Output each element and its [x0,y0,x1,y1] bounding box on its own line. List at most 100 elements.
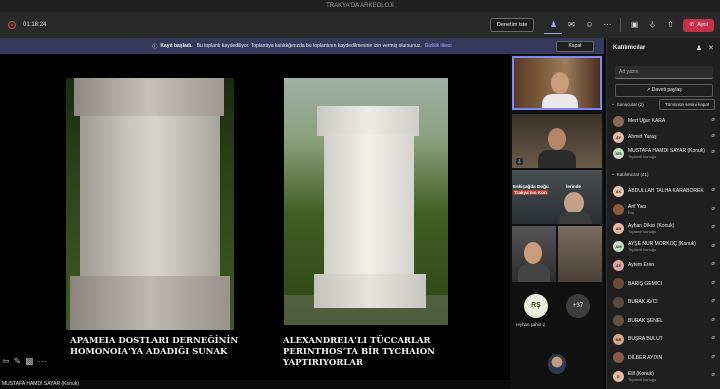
participant-row[interactable]: AY Ahmet Yaraş ⌀ [613,130,717,144]
avatar-name-label: reyhan şahin [516,322,542,327]
participant-avatar: AM [613,241,624,252]
presenter-label: MUSTAFA HAMDİ SAYAR (Konuk) [2,381,79,387]
participant-name: DİLBER AYDIN [628,354,663,361]
attendees-section[interactable]: ⌄ Katılımcılar (41) [611,171,649,177]
participant-info: MUSTAFA HAMDİ SAYAR (Konuk) Toplantı konu… [628,148,708,159]
presenters-label: Sunucular (2) [616,101,644,107]
chat-icon[interactable]: ✉ [562,16,580,34]
participant-row[interactable]: MS MUSTAFA HAMDİ SAYAR (Konuk) Toplantı ko… [613,146,717,160]
banner-text: Bu toplantı kaydediliyor. Toplantıya kat… [196,43,422,49]
mic-off-icon: ⌀ [711,372,715,378]
participant-row[interactable]: AM AYŞE NUR MORKOÇ (Konuk) Toplantı konuğu… [613,240,717,254]
participants-panel: Katılımcılar ♟ ✕ Ad yazın ↗ Daveti payla… [606,38,720,389]
search-input[interactable]: Ad yazın [615,66,713,79]
altar-body-stone [80,116,220,276]
self-video-preview[interactable] [548,354,566,374]
more-icon[interactable]: ⋯ [38,356,47,367]
request-control-button[interactable]: Denetim iste [489,18,535,32]
presenters-section[interactable]: ⌄ Sunucular (2) [611,101,644,107]
panel-title: Katılımcılar [613,45,646,51]
toolbar-divider [620,18,622,32]
mic-icon[interactable]: ⎀ [643,16,661,34]
banner-close-button[interactable]: Kapat [556,41,594,52]
mute-all-button[interactable]: Tümünün sesini kapat [659,99,715,110]
meeting-toolbar: 01:18:24 Denetim iste ♟ ✉ ☺ ⋯ ▣ ⎀ ⇧ ✆ Ay… [0,12,720,38]
mic-off-icon: ⌀ [711,187,715,193]
avatar[interactable]: RŞ [524,294,548,318]
participant-row[interactable]: DİLBER AYDIN ⌀ [613,351,717,365]
participant-name: BURAK ŞENEL [628,317,664,324]
participant-role: Toplantı konuğu [628,247,657,252]
add-people-icon[interactable]: ♟ [696,44,702,52]
participant-info: BURAK AVCI [628,299,708,305]
participant-avatar [613,352,624,363]
tile-slide-line1b: lerinde [566,184,582,189]
video-tile[interactable]: Eskiçağda Doğu lerinde Trakya'nın Kon [512,170,602,224]
share-screen-icon[interactable]: ⇧ [661,16,679,34]
participant-avatar [613,315,624,326]
video-tile-speaker[interactable] [512,56,602,110]
participant-row[interactable]: AE Aytem Eren ⌀ [613,258,717,272]
slides-icon[interactable]: ▩ [25,356,34,367]
mic-off-icon: ⌀ [711,335,715,341]
participant-row[interactable]: AD Ayhan Dikici (Konuk) Toplantı konuğu ⌀ [613,221,717,235]
person-body [518,264,550,282]
participant-row[interactable]: BB BÜŞRA BULUT ⌀ [613,332,717,346]
participant-role: Dış [628,210,634,215]
participant-info: Ayhan Dikici (Konuk) Toplantı konuğu [628,223,708,234]
prev-slide-icon[interactable]: ⇦ [2,356,10,367]
participant-row[interactable]: Mert Uğur KARA ⌀ [613,114,717,128]
participant-info: Aytem Eren [628,262,708,268]
share-icon: ↗ [646,87,651,93]
teams-meeting-window: TRAKYA'DA ARKEOLOJİ 01:18:24 Denetim ist… [0,0,720,389]
share-invite-button[interactable]: ↗ Daveti paylaş [615,84,713,97]
participant-avatar: AE [613,259,624,271]
caption-right: ALEXANDREIA‘LI TÜCCARLAR PERINTHOS‘TA Bİ… [283,336,435,368]
chevron-down-icon: ⌄ [611,101,615,106]
share-invite-label: Daveti paylaş [651,87,682,93]
panel-actions: ♟ ✕ [696,44,714,52]
video-tile[interactable] [558,226,602,282]
privacy-link[interactable]: Gizlilik ilkesi [425,43,452,49]
altar-photo-left [66,78,234,330]
participant-name: BÜŞRA BULUT [628,336,663,342]
participant-info: DİLBER AYDIN [628,355,708,361]
mic-off-icon: ⌀ [711,224,715,230]
more-participants-badge[interactable]: +37 [566,294,590,318]
participant-row[interactable]: AK ABDULLAH TALHA KARABÖREK ⌀ [613,184,717,198]
chevron-down-icon: ⌄ [611,171,615,176]
reactions-icon[interactable]: ☺ [580,16,598,34]
video-tile[interactable]: ⎀ [512,114,602,168]
altar-top-stone [317,106,419,136]
participant-name: ABDULLAH TALHA KARABÖREK [628,188,704,194]
person-head [564,192,584,214]
mic-off-icon: ⌀ [711,205,715,212]
participant-name: MUSTAFA HAMDİ SAYAR (Konuk) [628,147,705,154]
leave-button[interactable]: ✆ Ayrıl [683,18,714,32]
person-head [524,242,542,264]
participant-row[interactable]: E Elif (Konuk) Toplantı konuğu ⌀ [613,369,717,383]
participant-name: Aytem Eren [628,262,655,268]
participant-row[interactable]: BARIŞ GEMİCİ ⌀ [613,277,717,291]
participant-name: BURAK AVCI [628,299,658,305]
more-options-icon[interactable]: ⋯ [598,16,616,34]
participants-icon[interactable]: ♟ [544,16,563,34]
participant-info: BARIŞ GEMİCİ [628,281,708,287]
close-icon[interactable]: ✕ [708,44,714,52]
participant-avatar [613,204,624,215]
participant-row[interactable]: BURAK AVCI ⌀ [613,295,717,309]
mic-off-icon: ⌀ [711,298,715,304]
video-tile[interactable] [512,226,556,282]
participant-row[interactable]: BURAK ŞENEL ⌀ [613,314,717,328]
participant-avatar: AK [613,185,624,197]
mic-off-icon: ⎀ [542,322,546,327]
tile-slide-line1: Eskiçağda Doğu [513,184,549,189]
participant-row[interactable]: Arif Yacı Dış ⌀ [613,203,717,217]
mic-off-icon: ⌀ [711,261,715,267]
person-body [538,150,576,168]
camera-icon[interactable]: ▣ [625,16,643,34]
participant-role: Toplantı konuğu [628,376,657,382]
pen-icon[interactable]: ✎ [14,356,22,367]
participant-avatar [613,296,624,308]
recording-icon [8,21,16,29]
